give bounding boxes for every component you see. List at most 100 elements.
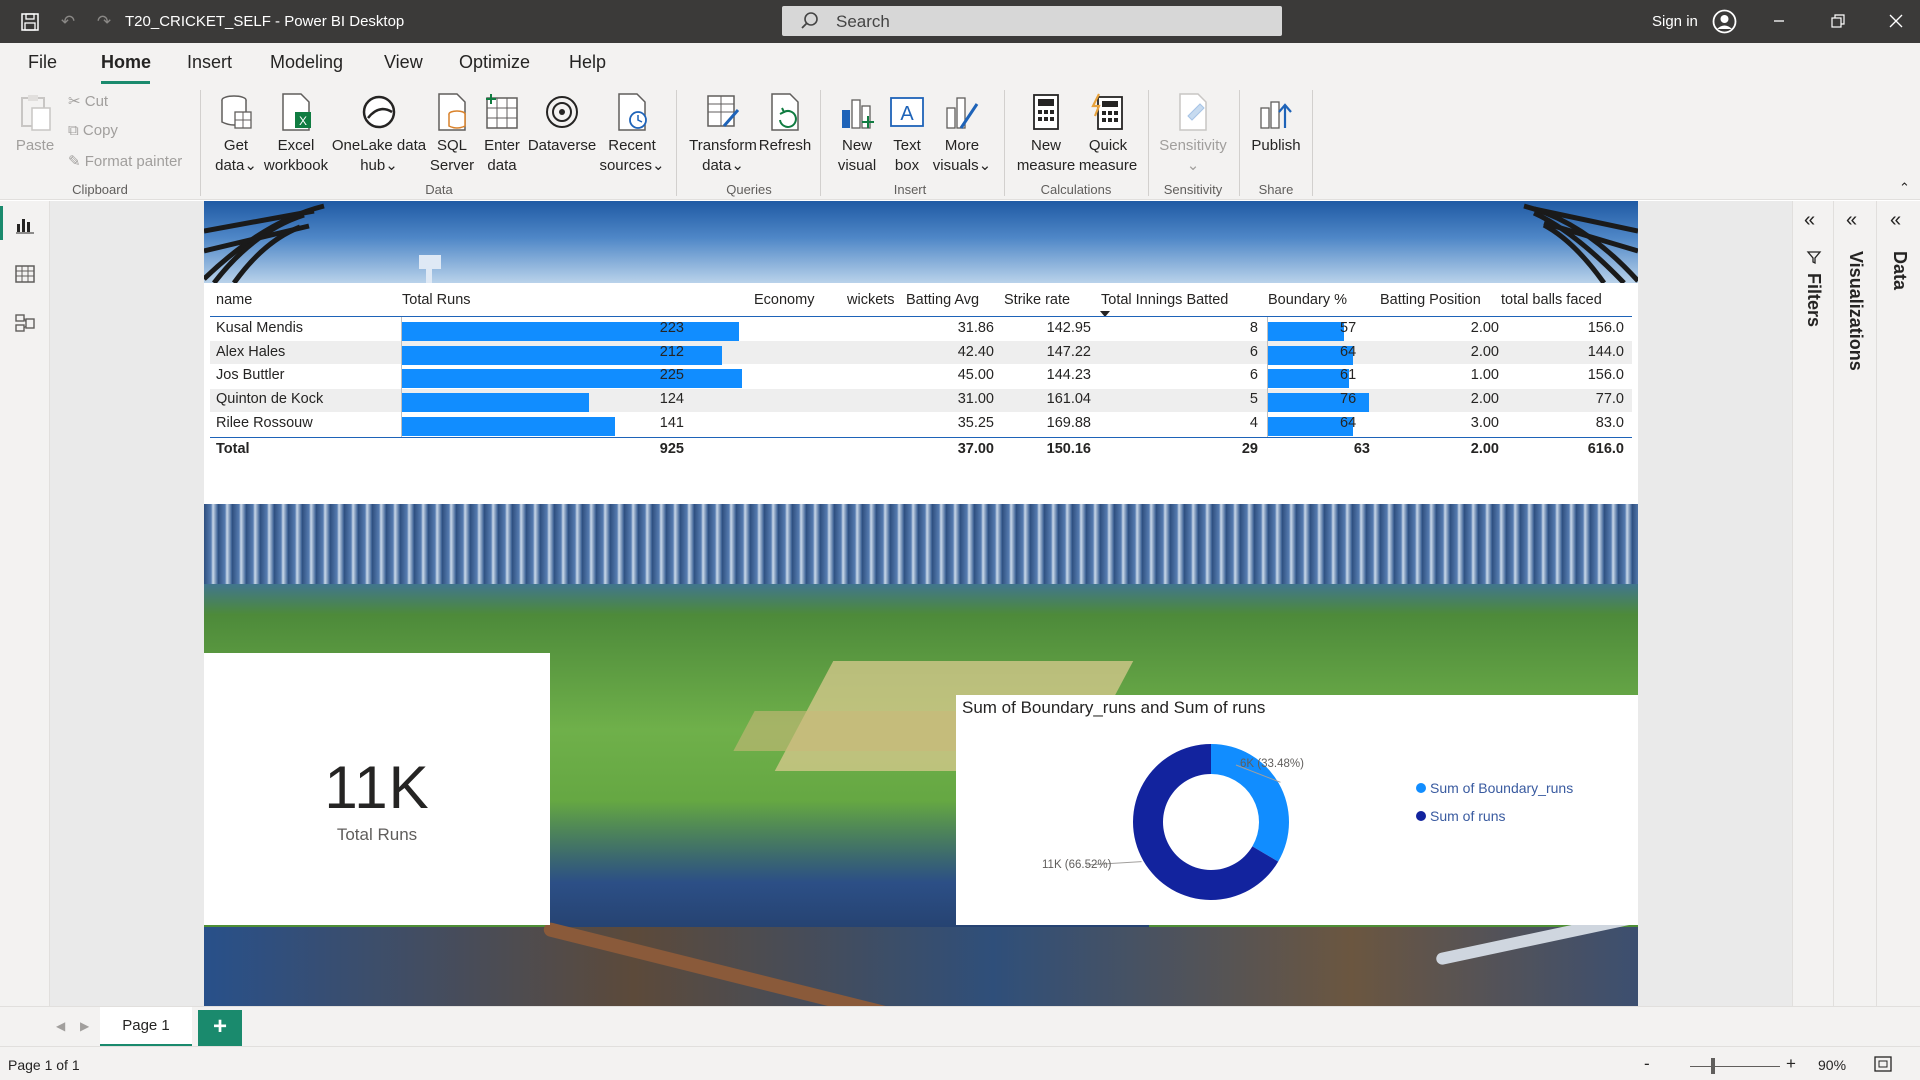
- col-header-innings-batted[interactable]: Total Innings Batted: [1101, 292, 1228, 308]
- enter-data-label: Enter: [484, 137, 520, 154]
- cell-innings: 4: [1249, 414, 1258, 431]
- sensitivity-icon: [1179, 93, 1207, 131]
- account-avatar-icon[interactable]: [1712, 9, 1737, 34]
- quick-measure-button[interactable]: Quick measure: [1076, 92, 1140, 176]
- close-icon[interactable]: [1885, 10, 1907, 32]
- group-label-clipboard: Clipboard: [72, 182, 128, 197]
- tab-help[interactable]: Help: [569, 52, 606, 73]
- sql-server-icon: [438, 93, 466, 131]
- tab-optimize[interactable]: Optimize: [459, 52, 530, 73]
- new-visual-icon: [842, 99, 874, 129]
- report-view-icon[interactable]: [14, 214, 36, 236]
- zoom-slider-thumb[interactable]: [1711, 1058, 1715, 1074]
- onelake-data-hub-button[interactable]: OneLake data hub⌄: [331, 92, 427, 176]
- zoom-out-button[interactable]: -: [1644, 1054, 1650, 1074]
- visualizations-pane-title: Visualizations: [1846, 251, 1866, 371]
- enter-data-button[interactable]: Enter data: [478, 92, 526, 176]
- copy-button[interactable]: ⧉ Copy: [68, 122, 118, 139]
- more-visuals-button[interactable]: More visuals⌄: [932, 92, 992, 176]
- sql-server-button[interactable]: SQL Server: [428, 92, 476, 176]
- minimize-icon[interactable]: [1768, 10, 1790, 32]
- get-data-button[interactable]: Get data⌄: [211, 92, 261, 176]
- paste-button[interactable]: Paste: [14, 92, 56, 156]
- legend-item-runs[interactable]: Sum of runs: [1416, 808, 1505, 824]
- redo-icon[interactable]: ↷: [94, 12, 114, 32]
- model-view-icon[interactable]: [14, 312, 36, 334]
- group-label-queries: Queries: [726, 182, 772, 197]
- add-page-button[interactable]: +: [198, 1010, 242, 1046]
- col-header-balls-faced[interactable]: total balls faced: [1501, 292, 1602, 308]
- col-header-strike-rate[interactable]: Strike rate: [1004, 292, 1070, 308]
- col-header-total-runs[interactable]: Total Runs: [402, 292, 471, 308]
- ribbon-separator: [676, 90, 677, 196]
- expand-visualizations-icon[interactable]: «: [1846, 209, 1857, 232]
- player-stats-table[interactable]: name Total Runs Economy wickets Batting …: [204, 283, 1638, 504]
- restore-icon[interactable]: [1827, 10, 1849, 32]
- stadium-sky-image: [204, 201, 1638, 283]
- group-label-sensitivity: Sensitivity: [1163, 182, 1223, 197]
- cell-batting-avg: 35.25: [957, 414, 994, 431]
- undo-icon[interactable]: ↶: [58, 12, 78, 32]
- col-header-wickets[interactable]: wickets: [847, 292, 895, 308]
- collapse-ribbon-icon[interactable]: ⌃: [1899, 180, 1910, 196]
- save-icon[interactable]: [20, 12, 40, 32]
- transform-label: Transform: [689, 137, 757, 154]
- page-tabs-bar: ◀ ▶ Page 1 +: [0, 1006, 1920, 1047]
- active-view-indicator: [0, 206, 3, 240]
- search-box[interactable]: Search: [782, 6, 1282, 36]
- expand-data-icon[interactable]: «: [1890, 209, 1901, 232]
- cell-strike-rate: 142.95: [1046, 320, 1091, 336]
- more-visuals-label: More: [944, 137, 980, 154]
- filters-pane[interactable]: « Filters: [1792, 201, 1833, 1006]
- cell-total-runs: 141: [659, 414, 684, 431]
- col-header-boundary-pct[interactable]: Boundary %: [1268, 292, 1347, 308]
- chevron-right-icon[interactable]: ▶: [80, 1019, 89, 1033]
- total-runs: 925: [659, 441, 684, 457]
- page-tab-1[interactable]: Page 1: [100, 1007, 192, 1047]
- dataverse-button[interactable]: Dataverse: [527, 92, 597, 156]
- new-measure-button[interactable]: New measure: [1014, 92, 1078, 176]
- visualizations-pane[interactable]: « Visualizations: [1833, 201, 1876, 1006]
- table-view-icon[interactable]: [14, 263, 36, 285]
- tab-view[interactable]: View: [384, 52, 423, 73]
- chevron-left-icon[interactable]: ◀: [56, 1019, 65, 1033]
- recent-sources-icon: [618, 93, 647, 131]
- expand-filters-icon[interactable]: «: [1804, 209, 1815, 232]
- publish-button[interactable]: Publish: [1248, 92, 1304, 156]
- excel-workbook-button[interactable]: X Excel workbook: [261, 92, 331, 176]
- ribbon-separator: [1312, 90, 1313, 196]
- tab-modeling[interactable]: Modeling: [270, 52, 343, 73]
- legend-item-boundary-runs[interactable]: Sum of Boundary_runs: [1416, 780, 1573, 796]
- data-pane[interactable]: « Data: [1876, 201, 1920, 1006]
- group-label-calculations: Calculations: [1040, 182, 1112, 197]
- new-visual-label: New: [841, 137, 872, 154]
- ribbon: Paste ✂ Cut ⧉ Copy ✎ Format painter Clip…: [0, 84, 1920, 200]
- zoom-in-button[interactable]: +: [1786, 1054, 1796, 1074]
- ribbon-separator: [200, 90, 201, 196]
- sensitivity-label: Sensitivity: [1159, 137, 1227, 154]
- tab-file[interactable]: File: [28, 52, 57, 73]
- sign-in-button[interactable]: Sign in: [1652, 13, 1698, 30]
- recent-sources-button[interactable]: Recent sources⌄: [597, 92, 667, 176]
- total-runs-card[interactable]: 11K Total Runs: [204, 653, 550, 925]
- col-header-economy[interactable]: Economy: [754, 292, 814, 308]
- tab-home[interactable]: Home: [101, 52, 151, 73]
- format-painter-button[interactable]: ✎ Format painter: [68, 152, 182, 170]
- transform-data-button[interactable]: Transform data⌄: [686, 92, 760, 176]
- fit-to-page-icon[interactable]: [1873, 1055, 1893, 1078]
- refresh-button[interactable]: Refresh: [758, 92, 812, 156]
- text-box-button[interactable]: A Text box: [884, 92, 930, 176]
- col-header-name[interactable]: name: [216, 292, 252, 308]
- donut-chart-svg: [1085, 744, 1289, 900]
- cut-button[interactable]: ✂ Cut: [68, 92, 108, 110]
- calculator-icon: [1033, 94, 1059, 130]
- transform-data-icon: [707, 95, 740, 127]
- new-visual-button[interactable]: New visual: [834, 92, 880, 176]
- total-runs-bar: [402, 416, 616, 436]
- zoom-slider-track[interactable]: [1690, 1066, 1780, 1067]
- col-header-batting-avg[interactable]: Batting Avg: [906, 292, 979, 308]
- tab-insert[interactable]: Insert: [187, 52, 232, 73]
- sensitivity-button[interactable]: Sensitivity ⌄: [1154, 92, 1232, 176]
- donut-chart[interactable]: Sum of Boundary_runs and Sum of runs 6K …: [956, 695, 1638, 925]
- col-header-batting-position[interactable]: Batting Position: [1380, 292, 1481, 308]
